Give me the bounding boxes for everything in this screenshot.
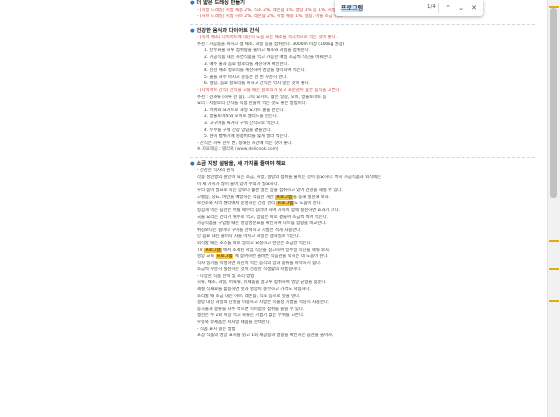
section-header-text: 건강한 음식과 다이어트 간식 [196,27,260,34]
text-line: 추천 : 견과류 (하루 한 줌), 그릭 요거트, 삶은 달걀, 오이, 방울… [197,94,327,100]
section: ● 소금 지방 설탕을, 세 가지를 줄여야 해요 - 건강한 식사의 원칙 각종 성… [190,161,535,340]
find-separator [438,3,439,13]
text-line: 제철 식재료를 활용하면 맛과 영양이 풍부하고 가격도 저렴하다. [197,287,311,293]
text-line: - 식품 표시 읽는 방법 [197,326,236,332]
text-line: 설탕 대신 과일의 단맛을 이용하고 지방은 식물성 기름을 적당히 사용한다. [197,300,330,306]
text-line: 싱겁게 먹는 습관은 어릴 때부터 길러야 하며 가족이 함께 실천하면 효과가… [197,207,340,213]
find-match-marker [549,300,559,302]
text-line: 2. 가공식품 대신 자연식품을 먹고 가능한 매일 조금씩 식단을 바꿔본다. [204,54,333,60]
text-line: 3. 고구마를 찌거나 구워 간식으로 먹는다. [204,120,280,126]
text-line: 생선은 주 2회 이상 먹고 육류는 기름기 없는 부위를 고른다. [197,313,305,319]
text-line: 각종 성인병의 원인이 되는 소금, 지방, 설탕의 섭취를 줄이는 것이 중요… [197,174,381,180]
text-line: 1. 키위와 요거트로 과일 요거트 볼을 만든다. [204,107,285,113]
section-divider [190,156,535,158]
text-line: 조리할 때 소금 대신 허브, 레몬즙, 식초 등으로 맛을 낸다. [197,293,301,299]
text-line: - 건강한 식사의 원칙 [197,168,235,174]
text-line: 4. 신선 채소 칼로리를 계산하여 영양을 생각하여 먹는다. [204,68,306,74]
text-line: 요리 : 저칼로리 간식을 직접 만들어 먹는 것도 좋은 방법이다. [197,101,307,107]
section-header-text: 더 얇은 드레싱 만들기 [196,0,245,6]
vertical-scrollbar[interactable] [547,0,560,417]
section-divider [190,23,535,25]
text-line: 포장 식품의 영양 표시를 읽고 1회 제공량과 열량을 확인하는 습관을 들이… [197,333,334,339]
text-line: 3. 매주 물과 음료 칼로리를 계산하여 확인한다. [204,61,289,67]
close-icon[interactable]: ✕ [469,3,479,13]
source-credit: ※ 자료제공 : 델리쿡 (www.delicook.com) [197,147,279,153]
text-line: 영양 교육 프로그램 에 참여하면 올바른 식습관을 익히는 데 도움이 된다. [197,254,329,260]
find-match-count: 1/4 [427,4,436,10]
section-header: ● 건강한 음식과 다이어트 간식 [190,28,535,36]
find-match-marker [549,268,559,270]
article-content: ● 더 얇은 드레싱 만들기 - [지방 드레싱] 지방 채용 2%, 식초 2%,… [190,0,535,340]
text-line: 5. 물을 자주 마시고 운동은 한 번 꾸준히 한다. [204,74,288,80]
bullet-icon: ● [190,160,195,167]
text-line: TV 프로그램 에서 소개된 저염 식단을 참고하여 일주일 식단을 세워 보자… [197,247,331,253]
section-header-text: 소금 지방 설탕을, 세 가지를 줄여야 해요 [196,160,286,167]
text-line: 통곡물과 콩류를 자주 먹으면 식이섬유 섭취를 늘릴 수 있다. [197,306,305,312]
section-header: ● 소금 지방 설탕을, 세 가지를 줄여야 해요 [190,161,535,169]
find-match-marker [549,240,559,242]
text-line: 이 세 가지가 많이 들어 있어 주의가 필요하다. [197,181,280,187]
scrollbar-thumb[interactable] [550,8,557,198]
text-line: 식사 일기를 작성하면 자신이 먹는 음식의 양과 종류를 파악하기 쉽다. [197,260,322,266]
text-line: 5. 현미 뻥튀기에 땅콩버터를 얇게 발라 먹는다. [204,134,289,140]
text-line: - [다이어트 간식] 간식을 고를 때는 칼로리가 낮고 포만감이 높은 음식… [197,87,341,93]
text-line: 조금씩 꾸준히 실천하는 것이 건강한 식생활의 지름길이다. [197,267,302,273]
bullet-icon: ● [190,0,195,6]
find-highlight: 프로그램 [203,247,222,253]
text-line: 곡류, 채소, 과일, 어육류, 유제품을 골고루 섭취하여 영양 균형을 맞춘… [197,280,327,286]
text-line: 국물 요리는 건더기 위주로 먹고, 양념은 따로 곁들여 조금씩 찍어 먹는다… [197,214,329,220]
text-line: - [녹색 채소] 다이어트에 대단히 도움 되는 채소를 적극적으로 먹는 것… [197,35,337,41]
text-line: 2. 방울토마토와 오이로 샐러드를 만든다. [204,114,279,120]
text-line: 튀김보다는 찜이나 구이를 선택하고 기름은 적게 사용한다. [197,227,302,233]
text-line: 외식할 때는 소스를 따로 달라고 요청하고 반찬은 조금만 먹는다. [197,240,313,246]
text-line: 우리 몸이 필요로 하는 양보다 훨씬 많은 양을 섭취하고 있어 건강을 해칠… [197,188,343,194]
text-line: 4. 두부를 구워 간장 양념을 곁들인다. [204,127,272,133]
section: ● 건강한 음식과 다이어트 간식 - [녹색 채소] 다이어트에 대단히 도움 되… [190,28,535,154]
find-highlight: 프로그램 [275,194,293,200]
previous-match-icon[interactable]: ⌃ [443,3,453,13]
find-highlight: 프로그램 [276,201,295,207]
next-match-icon[interactable]: ⌄ [456,3,466,13]
text-line: 추천 : 가공품을 피하고 생 채소, 과일 등을 섭취한다. 3000m 이상… [197,41,345,47]
text-line: 6. 설탕, 음료 칼로리를 피하고 간식은 먹지 않는 것이 좋다. [204,81,311,87]
text-line: 단 음료 대신 물이나 차를 마시고 과일은 생과일로 먹는다. [197,234,301,240]
text-line: - 다양한 식품 선택 및 조리 방법 [197,273,255,279]
find-highlight: 프로그램 [215,254,234,260]
text-line: 보건소와 지역 센터에서 운영하는 건강 관리 프로그램도 도움이 된다. [197,201,322,207]
find-match-marker [549,6,559,8]
bullet-icon: ● [190,27,195,34]
document-page: ● 더 얇은 드레싱 만들기 - [지방 드레싱] 지방 채용 2%, 식초 2%,… [0,0,548,417]
find-bar: 프로그램 1/4 ⌃ ⌄ ✕ [335,0,483,16]
text-line: 1. 탄수화물 하루 섭취량을 줄이고 채소와 과일을 섭취한다. [204,48,310,54]
text-line: 우유와 유제품은 저지방 제품을 선택한다. [197,320,272,326]
text-line: 고혈압, 당뇨, 비만을 예방하는 식습관 개선 프로그램을 통해 실천해 보자… [197,194,331,200]
text-line: 가공식품을 구입할 때는 영양성분표를 확인하여 나트륨 함량을 비교한다. [197,221,327,227]
find-input[interactable]: 프로그램 [341,3,421,13]
